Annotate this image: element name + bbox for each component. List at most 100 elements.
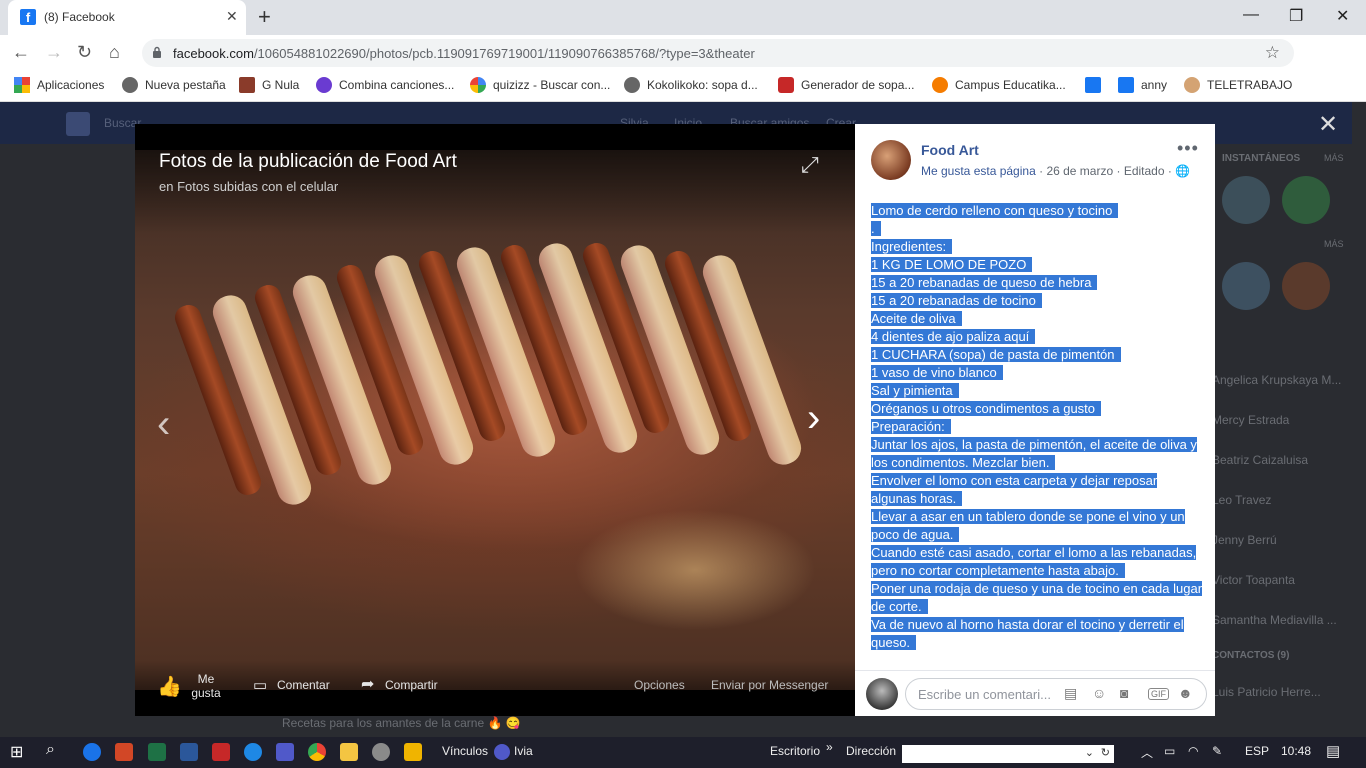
escritorio-toolbar[interactable]: Escritorio: [770, 744, 820, 758]
language-indicator[interactable]: ESP: [1245, 744, 1269, 758]
contact-item[interactable]: Leo Travez: [1212, 493, 1271, 507]
post-line: Va de nuevo al horno hasta dorar el toci…: [871, 617, 1184, 650]
previous-photo-icon[interactable]: ‹: [157, 402, 170, 447]
contact-item[interactable]: Jenny Berrú: [1212, 533, 1277, 547]
edge-icon[interactable]: [244, 743, 262, 761]
sticker-icon[interactable]: ▤: [1064, 685, 1077, 702]
minimize-icon[interactable]: —: [1243, 6, 1259, 24]
like-thumb-icon[interactable]: 👍: [157, 674, 182, 699]
clock[interactable]: 10:48: [1281, 744, 1311, 758]
restore-icon[interactable]: ❐: [1289, 6, 1303, 26]
camera-icon[interactable]: ◙: [1120, 685, 1128, 701]
comment-input[interactable]: Escribe un comentari... ▤ ☺ ◙ GIF ☻: [905, 678, 1207, 710]
bookmark-star-icon[interactable]: ☆: [1265, 43, 1280, 63]
share-button[interactable]: Compartir: [385, 678, 438, 692]
browser-tab[interactable]: f (8) Facebook ✕: [8, 0, 246, 35]
contact-item[interactable]: Mercy Estrada: [1212, 413, 1289, 427]
bluetooth-icon[interactable]: [83, 743, 101, 761]
bookmark-item[interactable]: Generador de sopa...: [778, 77, 914, 93]
image-icon: [239, 77, 255, 93]
windows-start-icon[interactable]: ⊞: [10, 742, 23, 762]
page-avatar[interactable]: [871, 140, 911, 180]
page-name-link[interactable]: Food Art: [921, 142, 979, 158]
chrome-icon[interactable]: [308, 743, 326, 761]
next-photo-icon[interactable]: ›: [807, 396, 820, 441]
word-icon[interactable]: [180, 743, 198, 761]
battery-icon[interactable]: ▭: [1164, 744, 1175, 758]
like-page-link[interactable]: Me gusta esta página: [921, 164, 1036, 178]
contact-item[interactable]: Beatriz Caizaluisa: [1212, 453, 1308, 467]
photo-album-subtitle[interactable]: en Fotos subidas con el celular: [159, 179, 338, 194]
like-button[interactable]: Me gusta: [189, 672, 223, 700]
paint-icon[interactable]: [372, 743, 390, 761]
send-messenger-button[interactable]: Enviar por Messenger: [711, 678, 828, 692]
bookmark-item[interactable]: Nueva pestaña: [122, 77, 226, 93]
photo-title[interactable]: Fotos de la publicación de Food Art: [159, 151, 457, 173]
reload-icon[interactable]: ↻: [77, 42, 92, 63]
options-button[interactable]: Opciones: [634, 678, 685, 692]
story-avatar[interactable]: [1282, 176, 1330, 224]
page-scrollbar[interactable]: [1352, 102, 1366, 737]
eraser-icon: [778, 77, 794, 93]
bookmark-item[interactable]: quizizz - Buscar con...: [470, 77, 610, 93]
gif-icon[interactable]: GIF: [1148, 688, 1169, 700]
address-bar[interactable]: facebook.com/106054881022690/photos/pcb.…: [142, 39, 1294, 67]
post-date[interactable]: 26 de marzo: [1046, 164, 1113, 178]
notifications-icon[interactable]: ▤: [1326, 742, 1340, 760]
ivia-item[interactable]: Ivia: [514, 744, 533, 758]
post-line: Ingredientes:: [871, 238, 1203, 256]
bookmark-item[interactable]: Aplicaciones: [14, 77, 104, 93]
emoji-icon[interactable]: ☺: [1092, 685, 1106, 701]
tray-up-icon[interactable]: ︿: [1141, 744, 1153, 761]
share-arrow-icon[interactable]: ➦: [361, 674, 374, 694]
sidebar-more[interactable]: MÁS: [1324, 239, 1344, 249]
bookmark-item[interactable]: Combina canciones...: [316, 77, 454, 93]
contact-item[interactable]: Samantha Mediavilla ...: [1212, 613, 1337, 627]
window-close-icon[interactable]: ✕: [1336, 6, 1349, 26]
go-refresh-icon[interactable]: ↻: [1101, 746, 1110, 759]
forward-icon[interactable]: →: [45, 42, 63, 63]
close-tab-icon[interactable]: ✕: [226, 8, 238, 25]
folder-icon[interactable]: [404, 743, 422, 761]
bookmark-item[interactable]: [1085, 77, 1108, 93]
user-avatar[interactable]: [866, 678, 898, 710]
dropdown-icon[interactable]: ⌄: [1085, 746, 1094, 759]
bookmark-item[interactable]: Campus Educatika...: [932, 77, 1066, 93]
story-avatar[interactable]: [1282, 262, 1330, 310]
vinculos-toolbar[interactable]: Vínculos: [442, 744, 488, 758]
chevron-icon[interactable]: »: [826, 740, 833, 754]
excel-icon[interactable]: [148, 743, 166, 761]
back-icon[interactable]: ←: [12, 42, 30, 63]
more-options-icon[interactable]: •••: [1177, 138, 1199, 159]
bookmark-item[interactable]: Kokolikoko: sopa d...: [624, 77, 758, 93]
comment-bubble-icon[interactable]: ▭: [253, 676, 267, 694]
home-icon[interactable]: ⌂: [109, 42, 120, 63]
teams-icon[interactable]: [276, 743, 294, 761]
wifi-icon[interactable]: ◠: [1188, 744, 1198, 758]
bookmark-item[interactable]: anny: [1118, 77, 1167, 93]
story-avatar[interactable]: [1222, 262, 1270, 310]
contact-item[interactable]: Angelica Krupskaya M...: [1212, 373, 1341, 387]
post-line: 4 dientes de ajo paliza aquí: [871, 328, 1203, 346]
file-explorer-icon[interactable]: [340, 743, 358, 761]
address-input[interactable]: ⌄ ↻: [902, 745, 1114, 763]
close-theater-icon[interactable]: ✕: [1318, 110, 1338, 139]
bookmark-item[interactable]: TELETRABAJO: [1184, 77, 1292, 93]
sidebar-more[interactable]: MÁS: [1324, 153, 1344, 163]
edited-label[interactable]: Editado: [1124, 164, 1165, 178]
contact-item[interactable]: Victor Toapanta: [1212, 573, 1295, 587]
powerpoint-icon[interactable]: [115, 743, 133, 761]
bookmark-item[interactable]: G Nula: [239, 77, 299, 93]
new-tab-icon[interactable]: +: [258, 4, 271, 30]
post-line: 15 a 20 rebanadas de queso de hebra: [871, 274, 1203, 292]
teams-small-icon[interactable]: [494, 744, 510, 760]
acrobat-icon[interactable]: [212, 743, 230, 761]
search-icon[interactable]: ⌕: [46, 741, 55, 759]
post-line: Preparación:: [871, 418, 1203, 436]
expand-icon[interactable]: ⤢: [801, 152, 819, 178]
comment-button[interactable]: Comentar: [277, 678, 330, 692]
contact-item[interactable]: Luis Patricio Herre...: [1212, 685, 1321, 699]
pen-icon[interactable]: ✎: [1212, 744, 1222, 758]
sticker-face-icon[interactable]: ☻: [1178, 685, 1193, 701]
story-avatar[interactable]: [1222, 176, 1270, 224]
